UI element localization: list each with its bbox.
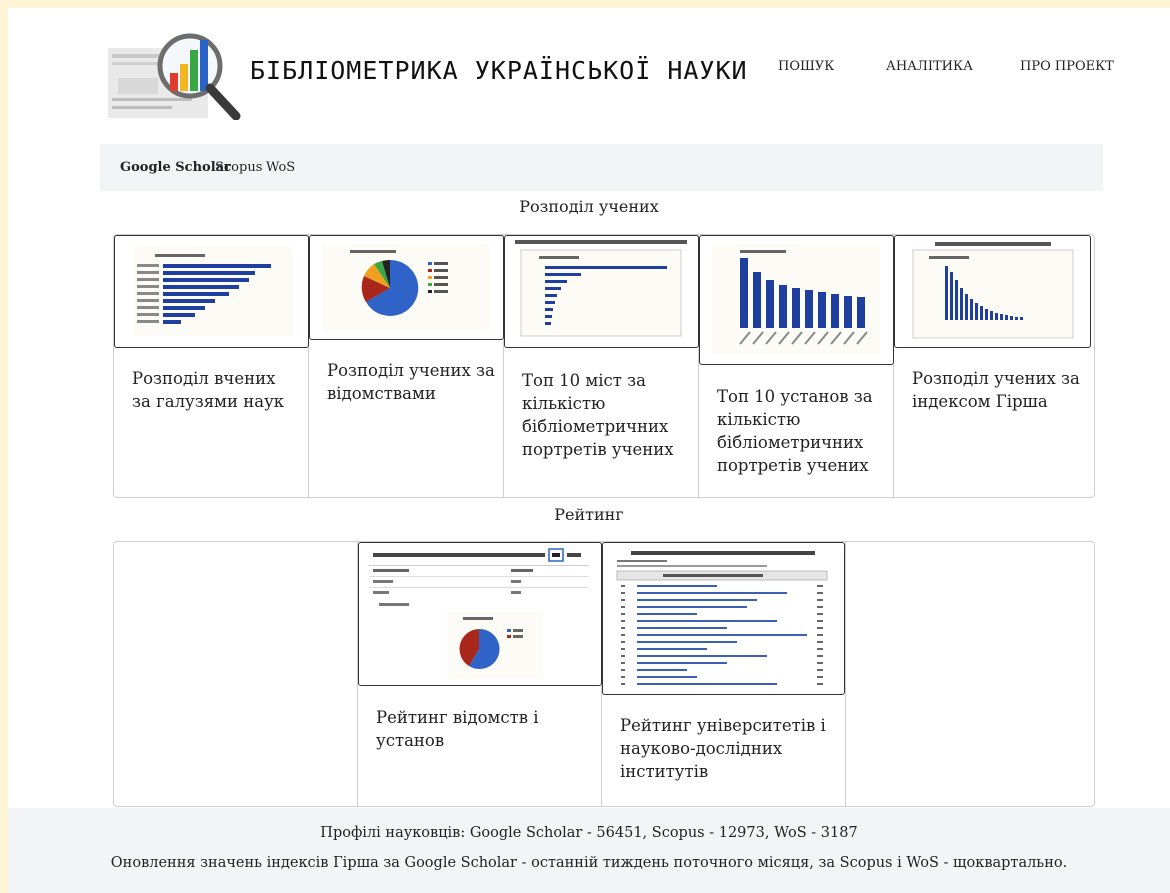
footer-update-note: Оновлення значень індексів Гірша за Goog… <box>110 855 1068 871</box>
thumb-rating-agencies[interactable] <box>358 542 602 686</box>
nav-search[interactable]: ПОШУК <box>778 59 834 74</box>
card-caption-by-h-index[interactable]: Розподіл учених за індексом Гірша <box>912 367 1084 413</box>
card-by-h-index[interactable]: Розподіл учених за індексом Гірша <box>894 235 1094 497</box>
thumb-by-h-index[interactable] <box>894 235 1091 348</box>
card-caption-top-institutions[interactable]: Топ 10 установ за кількістю бібліометрич… <box>717 385 885 477</box>
logo[interactable] <box>108 28 253 120</box>
card-top-cities[interactable]: Топ 10 міст за кількістю бібліометричних… <box>504 235 699 497</box>
card-caption-rating-agencies[interactable]: Рейтинг відомств і установ <box>376 706 586 752</box>
rating-empty-slot-right <box>846 542 1094 806</box>
page-frame: БІБЛІОМЕТРИКА УКРАЇНСЬКОЇ НАУКИ ПОШУК АН… <box>8 8 1170 893</box>
section-title-distribution: Розподіл учених <box>519 197 659 216</box>
card-top-institutions[interactable]: Топ 10 установ за кількістю бібліометрич… <box>699 235 894 497</box>
card-caption-rating-universities[interactable]: Рейтинг університетів і науково-дослідни… <box>620 714 830 783</box>
thumb-by-agency[interactable] <box>309 235 504 340</box>
distribution-card-row: Розподіл вчених за галузями наук Розподі… <box>113 234 1095 498</box>
nav-analytics[interactable]: АНАЛІТИКА <box>886 59 973 74</box>
section-title-rating: Рейтинг <box>554 505 624 524</box>
site-footer: Профілі науковців: Google Scholar - 5645… <box>8 808 1170 893</box>
rating-empty-slot <box>114 542 358 806</box>
card-caption-by-field[interactable]: Розподіл вчених за галузями наук <box>132 367 297 413</box>
nav-about[interactable]: ПРО ПРОЕКТ <box>1020 59 1114 74</box>
tab-wos[interactable]: WoS <box>266 160 295 175</box>
card-rating-universities[interactable]: Рейтинг університетів і науково-дослідни… <box>602 542 846 806</box>
card-rating-agencies[interactable]: Рейтинг відомств і установ <box>358 542 602 806</box>
thumb-by-field[interactable] <box>114 235 309 348</box>
thumb-top-cities[interactable] <box>504 235 699 348</box>
rating-card-row: Рейтинг відомств і установ Рейтинг уніве… <box>113 541 1095 807</box>
source-tabs: Google Scholar Scopus WoS <box>100 144 1103 191</box>
thumb-top-institutions[interactable] <box>699 235 894 365</box>
card-caption-by-agency[interactable]: Розподіл учених за відомствами <box>327 359 495 405</box>
thumb-rating-universities[interactable] <box>602 542 845 695</box>
site-header: БІБЛІОМЕТРИКА УКРАЇНСЬКОЇ НАУКИ ПОШУК АН… <box>8 8 1170 128</box>
card-caption-top-cities[interactable]: Топ 10 міст за кількістю бібліометричних… <box>522 369 690 461</box>
card-by-agency[interactable]: Розподіл учених за відомствами <box>309 235 504 497</box>
tab-scopus[interactable]: Scopus <box>215 160 262 175</box>
site-title: БІБЛІОМЕТРИКА УКРАЇНСЬКОЇ НАУКИ <box>250 56 748 85</box>
card-by-field[interactable]: Розподіл вчених за галузями наук <box>114 235 309 497</box>
footer-profiles-count: Профілі науковців: Google Scholar - 5645… <box>320 825 858 841</box>
